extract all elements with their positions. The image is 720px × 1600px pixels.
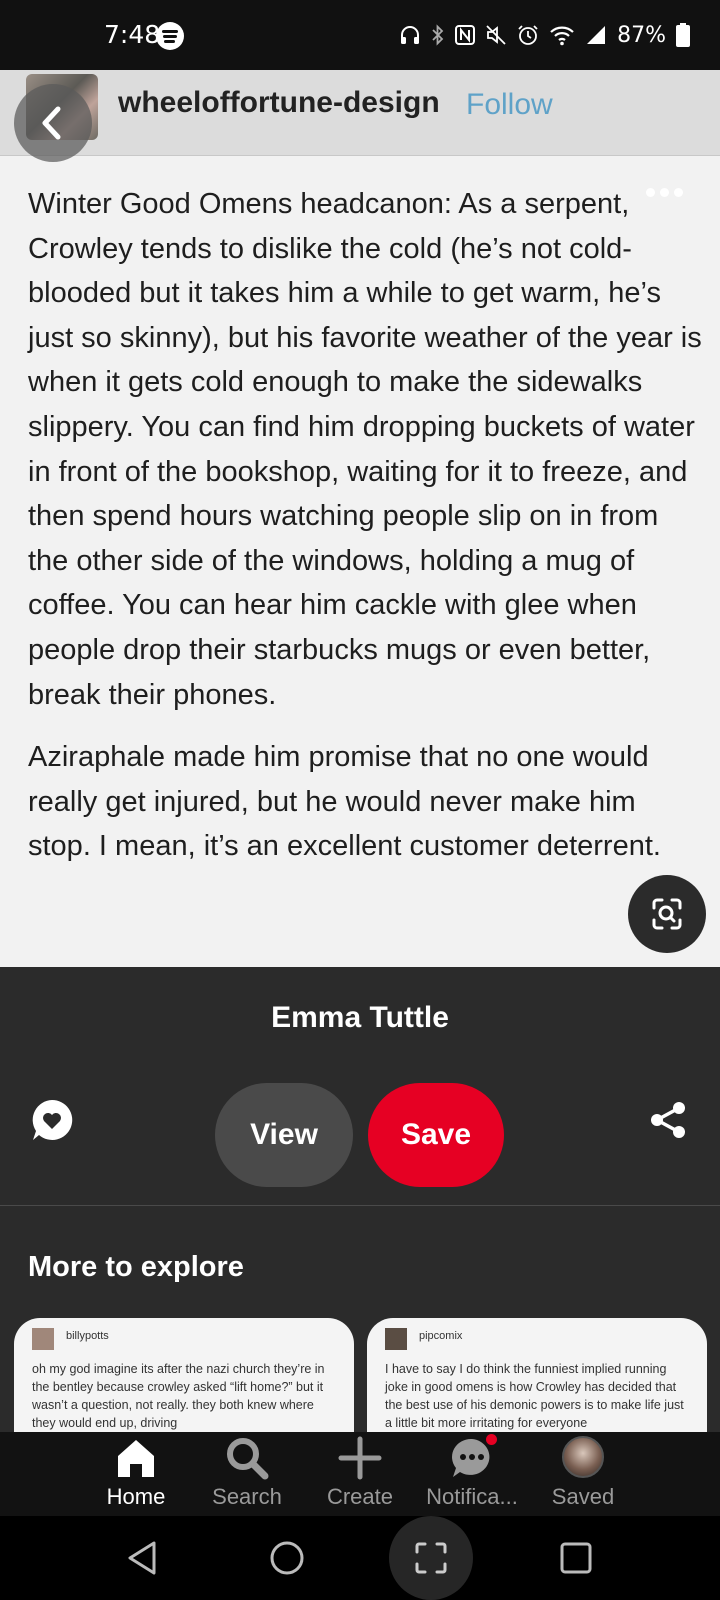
triangle-back-icon [128, 1541, 156, 1575]
nfc-icon [455, 25, 476, 45]
spotify-icon [156, 22, 184, 50]
notification-dot [486, 1434, 497, 1445]
card-username: billypotts [66, 1330, 109, 1342]
nav-label: Notifica... [426, 1484, 518, 1509]
nav-notifications[interactable]: Notifica... [416, 1432, 528, 1516]
card-text: oh my god imagine its after the nazi chu… [32, 1362, 325, 1430]
save-button[interactable]: Save [368, 1083, 504, 1187]
explore-card[interactable]: billypotts oh my god imagine its after t… [14, 1318, 354, 1448]
pin-username: wheeloffortune-design [118, 86, 440, 119]
comment-heart-icon [32, 1099, 73, 1140]
search-icon [227, 1438, 269, 1480]
plus-icon [338, 1436, 382, 1480]
explore-card[interactable]: pipcomix I have to say I do think the fu… [367, 1318, 707, 1448]
comment-button[interactable] [30, 1098, 74, 1142]
nav-label: Saved [551, 1484, 615, 1509]
share-button[interactable] [648, 1100, 688, 1140]
system-recents-button[interactable] [544, 1526, 608, 1590]
status-time: 7:48 [104, 20, 161, 49]
nav-label: Home [106, 1484, 166, 1509]
avatar [32, 1328, 54, 1350]
system-back-button[interactable] [112, 1526, 176, 1590]
avatar [385, 1328, 407, 1350]
pin-title: Emma Tuttle [271, 1001, 449, 1034]
screenshot-button[interactable] [389, 1516, 473, 1600]
follow-link: Follow [466, 88, 553, 121]
share-icon [651, 1102, 685, 1138]
pin-actions-panel: Emma Tuttle View Save More to explore bi… [0, 967, 720, 1448]
nav-saved[interactable]: Saved [527, 1432, 639, 1516]
circle-home-icon [270, 1541, 304, 1575]
bluetooth-icon [432, 24, 444, 46]
lens-search-icon [652, 898, 682, 930]
card-text: I have to say I do think the funniest im… [385, 1362, 684, 1430]
alarm-icon [518, 25, 538, 45]
divider [0, 1205, 720, 1206]
back-button[interactable] [14, 84, 92, 162]
pin-header: wheeloffortune-design Follow [0, 70, 720, 156]
headphones-icon [401, 26, 420, 44]
nav-label: Search [212, 1484, 282, 1509]
mute-icon [486, 25, 506, 45]
pin-paragraph: Aziraphale made him promise that no one … [28, 741, 661, 863]
avatar [562, 1436, 604, 1478]
battery-percent: 87% [617, 22, 666, 48]
system-nav-bar [0, 1516, 720, 1600]
view-button[interactable]: View [215, 1083, 353, 1187]
status-bar: 7:48 87% [0, 0, 720, 70]
pin-paragraph: Winter Good Omens headcanon: As a serpen… [28, 188, 702, 711]
system-home-button[interactable] [255, 1526, 319, 1590]
screenshot-frame-icon [415, 1542, 447, 1574]
wifi-icon [550, 26, 574, 46]
home-icon [118, 1440, 154, 1477]
nav-create[interactable]: Create [304, 1432, 416, 1516]
bottom-nav: Home Search Create Notifica... Saved [0, 1432, 720, 1516]
more-to-explore-heading: More to explore [28, 1251, 244, 1283]
chevron-left-icon [42, 106, 61, 140]
battery-icon [676, 23, 690, 47]
pin-image[interactable]: wheeloffortune-design Follow Winter Good… [0, 70, 720, 967]
nav-search[interactable]: Search [191, 1432, 303, 1516]
card-username: pipcomix [419, 1330, 463, 1342]
nav-home[interactable]: Home [80, 1432, 192, 1516]
pin-text: Winter Good Omens headcanon: As a serpen… [28, 182, 704, 887]
nav-label: Create [326, 1484, 394, 1509]
square-recents-icon [560, 1542, 592, 1574]
visual-search-button[interactable] [628, 875, 706, 953]
signal-icon [587, 26, 606, 44]
status-icons: 87% [399, 18, 690, 52]
